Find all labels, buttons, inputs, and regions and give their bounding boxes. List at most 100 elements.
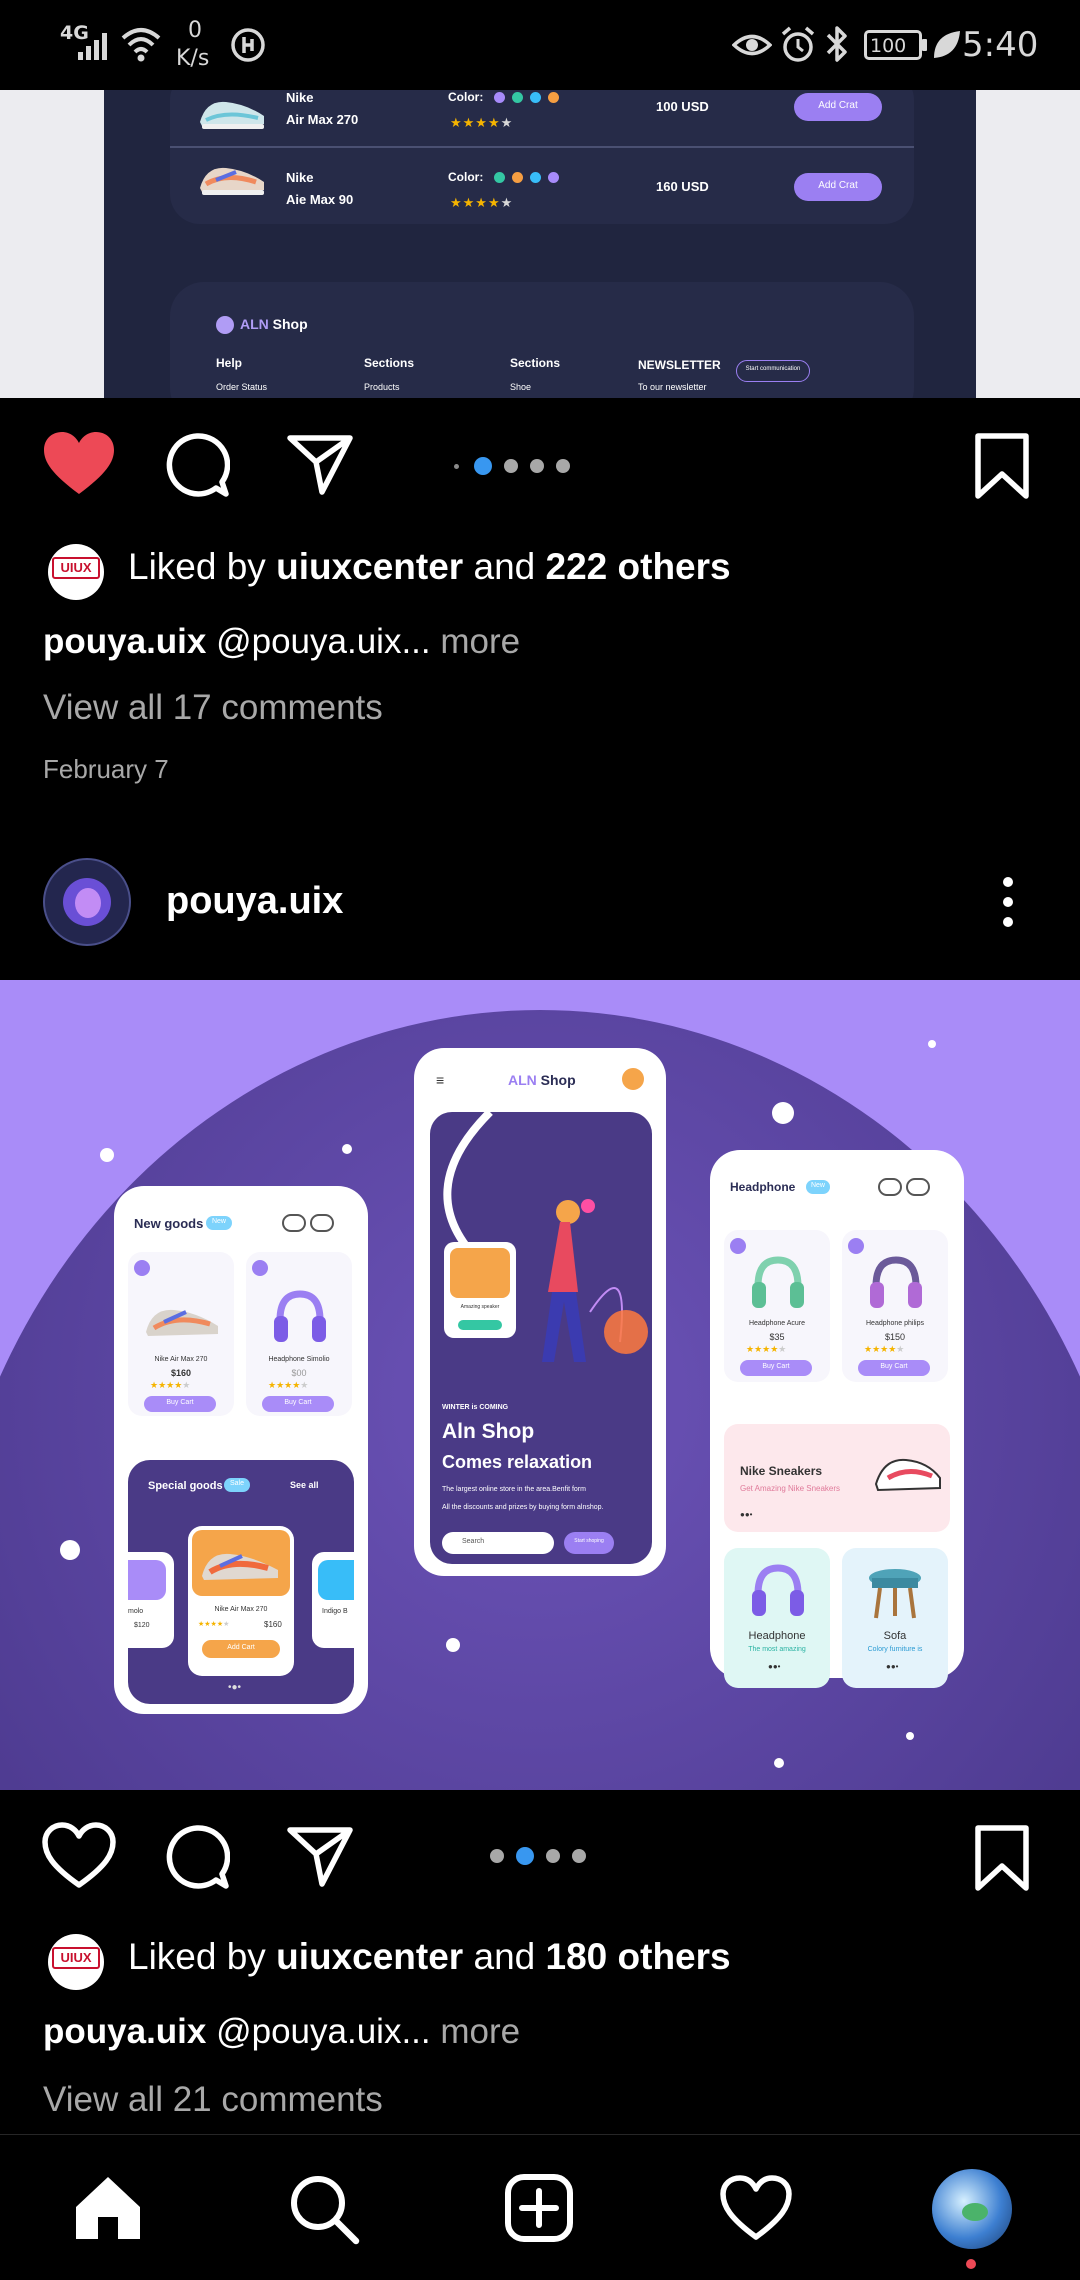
row-model: Air Max 270: [286, 112, 359, 127]
mock-product-card: Headphone Simolio $00 ★★★★★ Buy Cart: [246, 1252, 352, 1416]
footer-col-item: Products: [364, 382, 400, 392]
battery-icon: 100: [864, 30, 922, 60]
mockup-screen: Nike Air Max 270 Color: ★★★★★ 100 USD Ad…: [104, 90, 976, 398]
caption: pouya.uix @pouya.uix... more: [43, 2012, 520, 2052]
share-icon[interactable]: [286, 1824, 354, 1888]
carousel-dot: [504, 459, 518, 473]
color-swatch[interactable]: [512, 172, 523, 183]
avatar-shape: [962, 2203, 988, 2221]
view-comments-link[interactable]: View all 21 comments: [43, 2080, 383, 2120]
caption-text: @pouya.uix...: [206, 2012, 431, 2051]
search-icon[interactable]: [288, 2173, 360, 2245]
mock-special-section: Special goods Sale See all molo $120 Nike…: [128, 1460, 354, 1704]
footer-col-item: Order Status: [216, 382, 268, 392]
sparkle: [906, 1732, 914, 1740]
comment-icon[interactable]: [164, 1824, 230, 1890]
row-divider: [170, 146, 914, 148]
carousel-dot: [530, 459, 544, 473]
likes-user[interactable]: uiuxcenter: [276, 546, 463, 587]
view-comments-link[interactable]: View all 17 comments: [43, 688, 383, 728]
save-bookmark-icon[interactable]: [972, 1824, 1032, 1892]
color-swatch[interactable]: [494, 92, 505, 103]
post2-image[interactable]: New goods New Nike Air Max 270 $160 ★★★★…: [0, 980, 1080, 1790]
likes-prefix: Liked by: [128, 546, 277, 587]
color-swatch[interactable]: [548, 172, 559, 183]
caption-more-link[interactable]: more: [431, 2012, 520, 2051]
share-icon[interactable]: [286, 432, 354, 496]
color-swatch[interactable]: [530, 92, 541, 103]
uiux-logo: UIUX: [52, 557, 100, 579]
carousel-dot: [546, 1849, 560, 1863]
star-badge: [134, 1260, 150, 1276]
likes-text[interactable]: Liked by uiuxcenter and 180 others: [128, 1936, 731, 1978]
sparkle: [772, 1102, 794, 1124]
more-options-icon[interactable]: [996, 874, 1020, 930]
footer-brand: ALN Shop: [240, 316, 308, 332]
likes-text[interactable]: Liked by uiuxcenter and 222 others: [128, 546, 731, 588]
status-bar: 4G 0 K/s 100 5:40: [0, 0, 1080, 90]
post1-image[interactable]: Nike Air Max 270 Color: ★★★★★ 100 USD Ad…: [0, 90, 1080, 398]
right-phone-mockup: Headphone New Headphone Acure $35 ★★★★★ …: [710, 1150, 964, 1688]
save-bookmark-icon[interactable]: [972, 432, 1032, 500]
avatar-shape: [75, 888, 101, 918]
battery-tip: [922, 39, 927, 51]
shoe-image: [196, 92, 268, 132]
carousel-dot-active: [516, 1847, 534, 1865]
likes-user[interactable]: uiuxcenter: [276, 1936, 463, 1977]
like-heart-icon[interactable]: [42, 430, 116, 498]
color-swatch[interactable]: [494, 172, 505, 183]
add-cart-button[interactable]: Add Crat: [794, 93, 882, 121]
newsletter-button[interactable]: Start communication: [736, 360, 810, 382]
left-phone-mockup: New goods New Nike Air Max 270 $160 ★★★★…: [114, 1186, 368, 1714]
home-icon[interactable]: [72, 2173, 144, 2243]
heart-icon[interactable]: [720, 2175, 792, 2241]
color-swatch[interactable]: [530, 172, 541, 183]
rating-stars: ★★★★★: [450, 195, 514, 210]
next-arrow-icon: [310, 1214, 334, 1232]
row-brand: Nike: [286, 170, 314, 185]
speed-unit: K/s: [176, 46, 210, 71]
footer-col-item: To our newsletter: [638, 382, 707, 392]
add-cart-button[interactable]: Add Crat: [794, 173, 882, 201]
caption-text: @pouya.uix...: [206, 622, 431, 661]
footer-col-title: Help: [216, 356, 243, 370]
post-author-avatar[interactable]: [43, 858, 131, 946]
likes-count[interactable]: 180 others: [546, 1936, 731, 1977]
footer-col-title: Sections: [510, 356, 561, 370]
mock-product-card: Headphone Acure $35 ★★★★★ Buy Cart: [724, 1230, 830, 1382]
eye-comfort-icon: [732, 34, 772, 56]
row-color-label: Color:: [448, 170, 484, 184]
mock-product-card: Headphone philips $150 ★★★★★ Buy Cart: [842, 1230, 948, 1382]
caption-username[interactable]: pouya.uix: [43, 2012, 206, 2051]
color-swatch[interactable]: [548, 92, 559, 103]
color-swatch[interactable]: [512, 92, 523, 103]
carousel-dot-active: [474, 457, 492, 475]
like-heart-icon[interactable]: [42, 1822, 116, 1890]
carousel-indicator: [490, 1845, 600, 1867]
comment-icon[interactable]: [164, 432, 230, 498]
alarm-icon: [781, 26, 815, 62]
row-price: 100 USD: [656, 99, 709, 114]
mock-title: New goods: [134, 1216, 204, 1231]
sparkle: [774, 1758, 784, 1768]
wifi-icon: [121, 28, 161, 62]
clock: 5:40: [962, 25, 1039, 65]
footer-col-item: Shoe: [510, 382, 532, 392]
sparkle: [342, 1144, 352, 1154]
post-date: February 7: [43, 754, 169, 784]
liker-avatar[interactable]: UIUX: [48, 1934, 104, 1990]
profile-avatar[interactable]: [932, 2169, 1012, 2249]
mock-badge: New: [206, 1216, 232, 1230]
next-arrow-icon: [906, 1178, 930, 1196]
battery-level: 100: [870, 35, 907, 57]
notification-dot: [966, 2259, 976, 2269]
add-icon[interactable]: [504, 2173, 574, 2243]
star-badge: [252, 1260, 268, 1276]
post-author-username[interactable]: pouya.uix: [166, 880, 343, 923]
caption-username[interactable]: pouya.uix: [43, 622, 206, 661]
caption-more-link[interactable]: more: [431, 622, 520, 661]
liker-avatar[interactable]: UIUX: [48, 544, 104, 600]
likes-count[interactable]: 222 others: [546, 546, 731, 587]
carousel-dot: [572, 1849, 586, 1863]
shoe-image: [196, 158, 268, 200]
